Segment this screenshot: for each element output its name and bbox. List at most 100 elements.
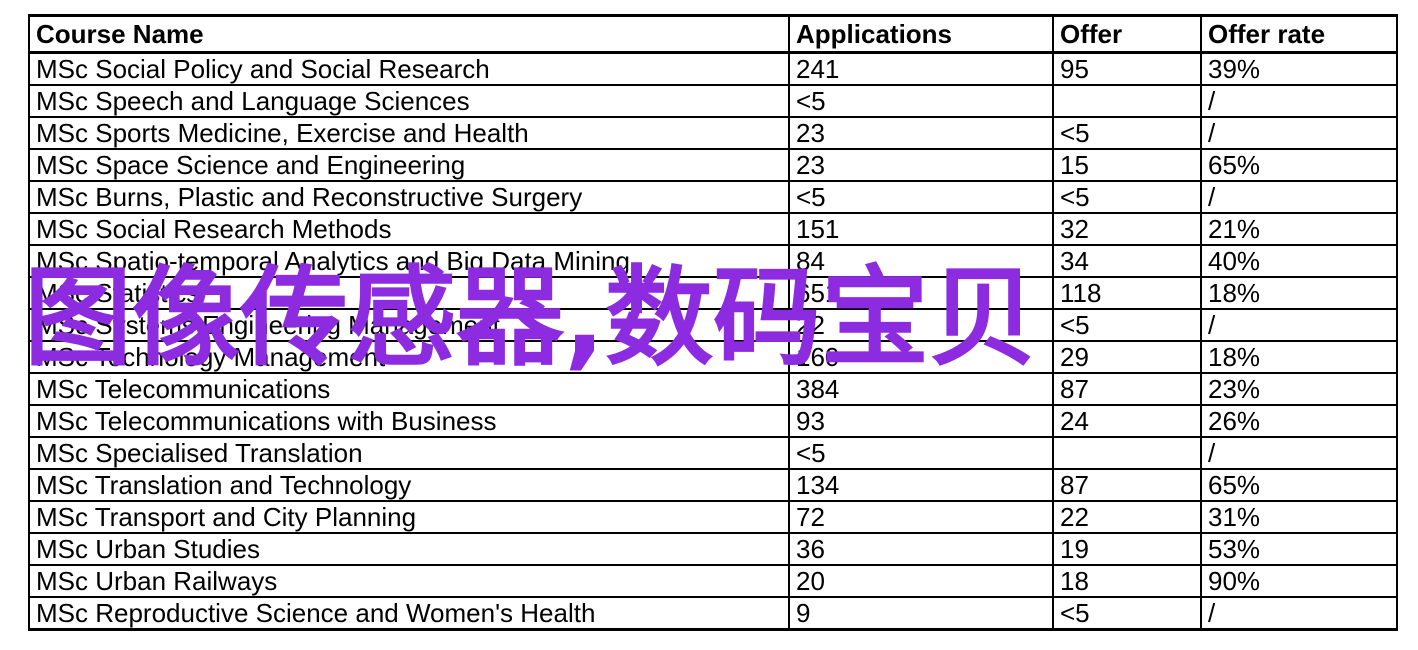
offer-rate-cell: / [1200,436,1398,470]
offer-cell: 29 [1052,340,1202,374]
table-row: MSc Transport and City Planning 72 22 31% [28,500,1398,534]
offer-rate-cell: 90% [1200,564,1398,598]
column-header-offer: Offer [1052,14,1202,54]
course-name-cell: MSc Urban Railways [28,564,790,598]
applications-cell: 241 [788,51,1054,86]
table-body: MSc Social Policy and Social Research 241… [28,51,1398,631]
applications-cell: 160 [788,340,1054,374]
table-row: MSc Sports Medicine, Exercise and Health… [28,116,1398,150]
offer-rate-cell: 39% [1200,51,1398,86]
offers-table-container: Course Name Applications Offer Offer rat… [28,14,1398,631]
applications-cell: <5 [788,180,1054,214]
offer-rate-cell: 18% [1200,276,1398,310]
offer-cell: <5 [1052,596,1202,631]
table-row: MSc Urban Studies 36 19 53% [28,532,1398,566]
course-name-cell: MSc Transport and City Planning [28,500,790,534]
course-name-cell: MSc Telecommunications [28,372,790,406]
course-name-cell: MSc Social Policy and Social Research [28,51,790,86]
applications-cell: 84 [788,244,1054,278]
offer-rate-cell: 26% [1200,404,1398,438]
table-row: MSc Systems Engineering Management 22 <5/ [28,308,1398,342]
applications-cell: 651 [788,276,1054,310]
applications-cell: <5 [788,84,1054,118]
offer-cell: <5 [1052,116,1202,150]
offer-cell: 95 [1052,51,1202,86]
course-offers-table: Course Name Applications Offer Offer rat… [28,14,1398,631]
applications-cell: 151 [788,212,1054,246]
offer-cell: 22 [1052,500,1202,534]
column-header-applications: Applications [788,14,1054,54]
table-row: MSc Translation and Technology 134 87 65% [28,468,1398,502]
table-row: MSc Statistics 651 118 18% [28,276,1398,310]
table-header: Course Name Applications Offer Offer rat… [28,14,1398,54]
offer-cell [1052,84,1202,118]
table-row: MSc Burns, Plastic and Reconstructive Su… [28,180,1398,214]
offer-rate-cell: 21% [1200,212,1398,246]
table-header-row: Course Name Applications Offer Offer rat… [28,14,1398,54]
table-row: MSc Spatio-temporal Analytics and Big Da… [28,244,1398,278]
offer-cell: 87 [1052,468,1202,502]
table-row: MSc Specialised Translation <5 / [28,436,1398,470]
course-name-cell: MSc Social Research Methods [28,212,790,246]
applications-cell: 384 [788,372,1054,406]
offer-rate-cell: 65% [1200,148,1398,182]
applications-cell: 93 [788,404,1054,438]
applications-cell: 36 [788,532,1054,566]
course-name-cell: MSc Technology Management [28,340,790,374]
course-name-cell: MSc Systems Engineering Management [28,308,790,342]
offer-cell: 34 [1052,244,1202,278]
offer-cell: 24 [1052,404,1202,438]
offer-rate-cell: / [1200,84,1398,118]
offer-cell: 15 [1052,148,1202,182]
offer-rate-cell: / [1200,180,1398,214]
offer-cell: 18 [1052,564,1202,598]
course-name-cell: MSc Reproductive Science and Women's Hea… [28,596,790,631]
course-name-cell: MSc Burns, Plastic and Reconstructive Su… [28,180,790,214]
applications-cell: 23 [788,148,1054,182]
table-row: MSc Telecommunications 384 87 23% [28,372,1398,406]
offer-cell [1052,436,1202,470]
offer-rate-cell: 65% [1200,468,1398,502]
offer-cell: 87 [1052,372,1202,406]
applications-cell: 9 [788,596,1054,631]
offer-rate-cell: 23% [1200,372,1398,406]
offer-cell: 32 [1052,212,1202,246]
course-name-cell: MSc Translation and Technology [28,468,790,502]
table-row: MSc Speech and Language Sciences <5 / [28,84,1398,118]
offer-cell: <5 [1052,308,1202,342]
table-row: MSc Telecommunications with Business 93 24… [28,404,1398,438]
course-name-cell: MSc Speech and Language Sciences [28,84,790,118]
offer-rate-cell: / [1200,116,1398,150]
offer-rate-cell: / [1200,596,1398,631]
table-row: MSc Social Policy and Social Research 241… [28,51,1398,86]
course-name-cell: MSc Urban Studies [28,532,790,566]
document-page: 蓝天也 留学 Course Name Applications Offer Of… [0,0,1418,650]
offer-rate-cell: / [1200,308,1398,342]
applications-cell: 20 [788,564,1054,598]
course-name-cell: MSc Statistics [28,276,790,310]
course-name-cell: MSc Spatio-temporal Analytics and Big Da… [28,244,790,278]
course-name-cell: MSc Specialised Translation [28,436,790,470]
course-name-cell: MSc Space Science and Engineering [28,148,790,182]
table-row: MSc Reproductive Science and Women's Hea… [28,596,1398,631]
applications-cell: 22 [788,308,1054,342]
table-row: MSc Technology Management 160 29 18% [28,340,1398,374]
applications-cell: 134 [788,468,1054,502]
offer-cell: 118 [1052,276,1202,310]
offer-rate-cell: 18% [1200,340,1398,374]
course-name-cell: MSc Sports Medicine, Exercise and Health [28,116,790,150]
offer-cell: <5 [1052,180,1202,214]
applications-cell: <5 [788,436,1054,470]
offer-rate-cell: 40% [1200,244,1398,278]
offer-rate-cell: 53% [1200,532,1398,566]
table-row: MSc Space Science and Engineering 23 15 65% [28,148,1398,182]
column-header-offer-rate: Offer rate [1200,14,1398,54]
column-header-course-name: Course Name [28,14,790,54]
offer-rate-cell: 31% [1200,500,1398,534]
table-row: MSc Urban Railways 20 18 90% [28,564,1398,598]
offer-cell: 19 [1052,532,1202,566]
course-name-cell: MSc Telecommunications with Business [28,404,790,438]
applications-cell: 72 [788,500,1054,534]
applications-cell: 23 [788,116,1054,150]
table-row: MSc Social Research Methods 151 32 21% [28,212,1398,246]
